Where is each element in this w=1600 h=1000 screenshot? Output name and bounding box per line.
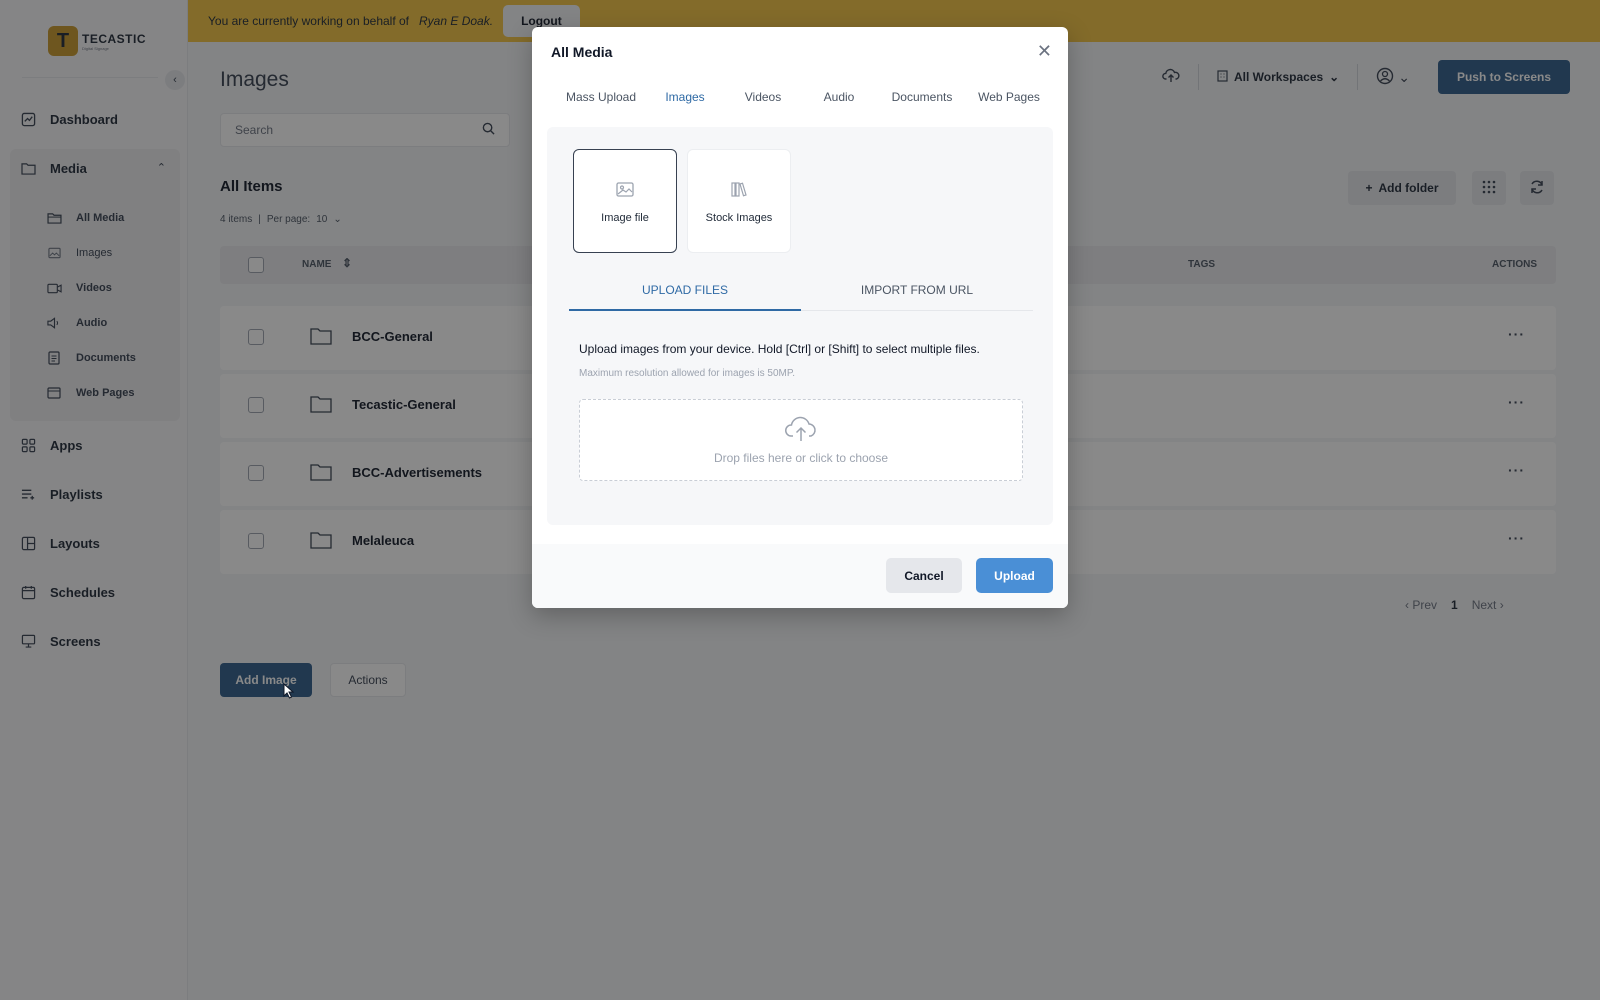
close-icon[interactable]: ✕ <box>1037 41 1052 62</box>
upload-modal: All Media ✕ Mass Upload Images Videos Au… <box>532 27 1068 608</box>
upload-mode-tabs: UPLOAD FILES IMPORT FROM URL <box>569 277 1033 311</box>
tab-mass-upload[interactable]: Mass Upload <box>551 79 651 133</box>
tab-audio[interactable]: Audio <box>803 79 875 133</box>
modal-title: All Media <box>551 44 613 60</box>
modal-footer: Cancel Upload <box>532 544 1068 608</box>
tab-images[interactable]: Images <box>647 79 723 133</box>
source-label: Stock Images <box>705 211 773 224</box>
modal-body: Image file Stock Images UPLOAD FILES IMP… <box>547 127 1053 525</box>
tab-upload-files[interactable]: UPLOAD FILES <box>569 277 801 311</box>
upload-instructions: Upload images from your device. Hold [Ct… <box>579 342 980 356</box>
source-image-file[interactable]: Image file <box>573 149 677 253</box>
image-icon <box>615 179 635 202</box>
tab-videos[interactable]: Videos <box>727 79 799 133</box>
file-dropzone[interactable]: Drop files here or click to choose <box>579 399 1023 481</box>
mouse-cursor-icon <box>283 682 295 699</box>
source-stock-images[interactable]: Stock Images <box>687 149 791 253</box>
modal-tabs: Mass Upload Images Videos Audio Document… <box>551 79 1049 133</box>
tab-documents[interactable]: Documents <box>879 79 965 133</box>
tab-import-from-url[interactable]: IMPORT FROM URL <box>801 277 1033 311</box>
upload-button[interactable]: Upload <box>976 558 1053 593</box>
resolution-note: Maximum resolution allowed for images is… <box>579 368 796 379</box>
dropzone-label: Drop files here or click to choose <box>713 450 889 465</box>
stock-library-icon <box>729 179 749 202</box>
cancel-button[interactable]: Cancel <box>886 558 962 593</box>
cloud-upload-icon <box>784 416 818 445</box>
tab-web-pages[interactable]: Web Pages <box>969 79 1049 133</box>
source-label: Image file <box>601 211 649 224</box>
